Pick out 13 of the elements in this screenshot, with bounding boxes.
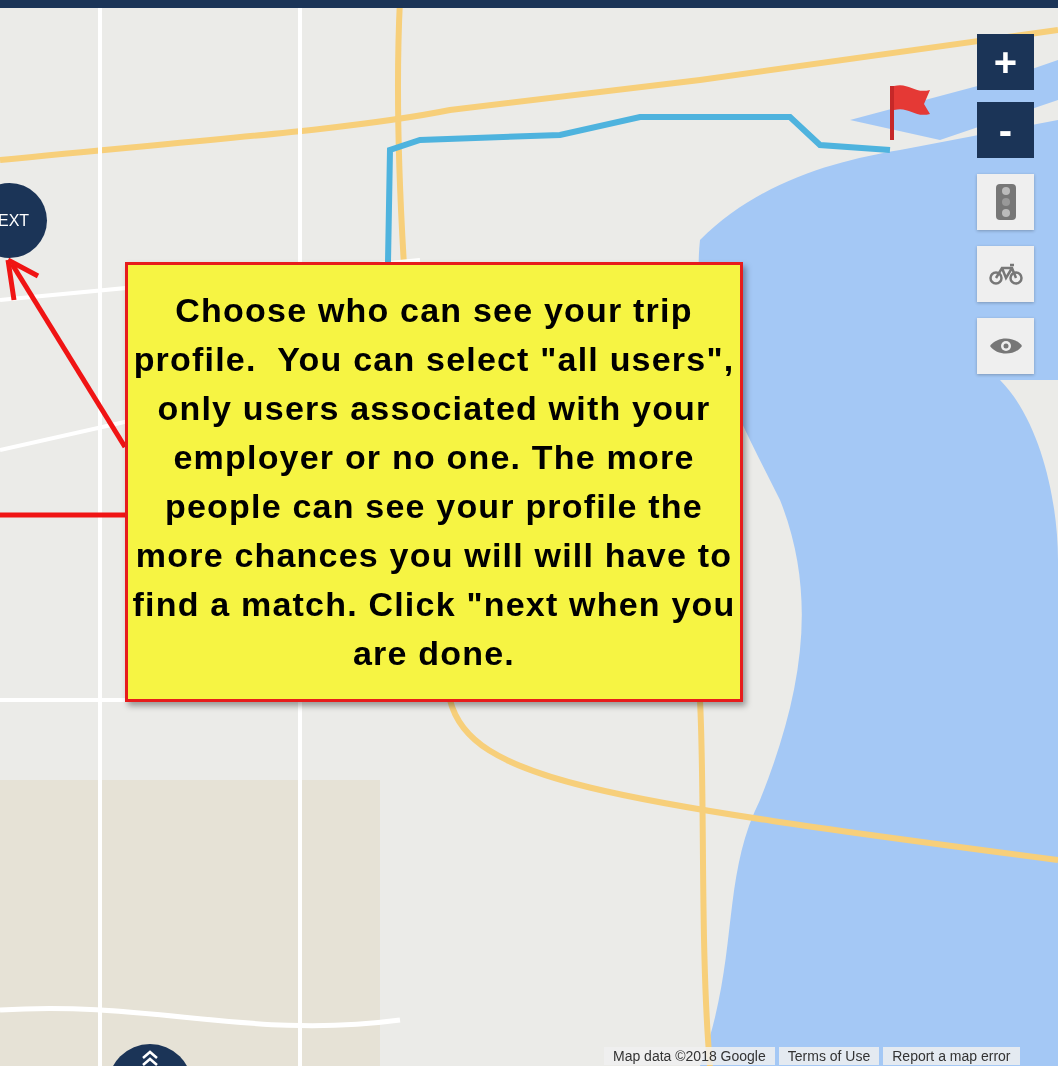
bicycle-icon xyxy=(988,263,1023,285)
zoom-out-button[interactable]: - xyxy=(977,102,1034,158)
eye-button[interactable] xyxy=(977,318,1034,374)
map-attribution: Map data ©2018 Google xyxy=(604,1047,775,1065)
bike-button[interactable] xyxy=(977,246,1034,302)
traffic-light-icon xyxy=(993,184,1018,220)
report-link[interactable]: Report a map error xyxy=(883,1047,1020,1065)
traffic-light-button[interactable] xyxy=(977,174,1034,230)
terms-link[interactable]: Terms of Use xyxy=(778,1047,880,1065)
callout-text: Choose who can see your trip profile. You can select "all users", only users associated with your employer or no one. The more people can see your profile the more chances you will will have to find a match. Click "next when you are done. xyxy=(131,290,737,674)
zoom-in-button[interactable]: + xyxy=(977,34,1034,90)
eye-icon xyxy=(988,336,1023,356)
chevron-up-icon xyxy=(141,1050,159,1066)
